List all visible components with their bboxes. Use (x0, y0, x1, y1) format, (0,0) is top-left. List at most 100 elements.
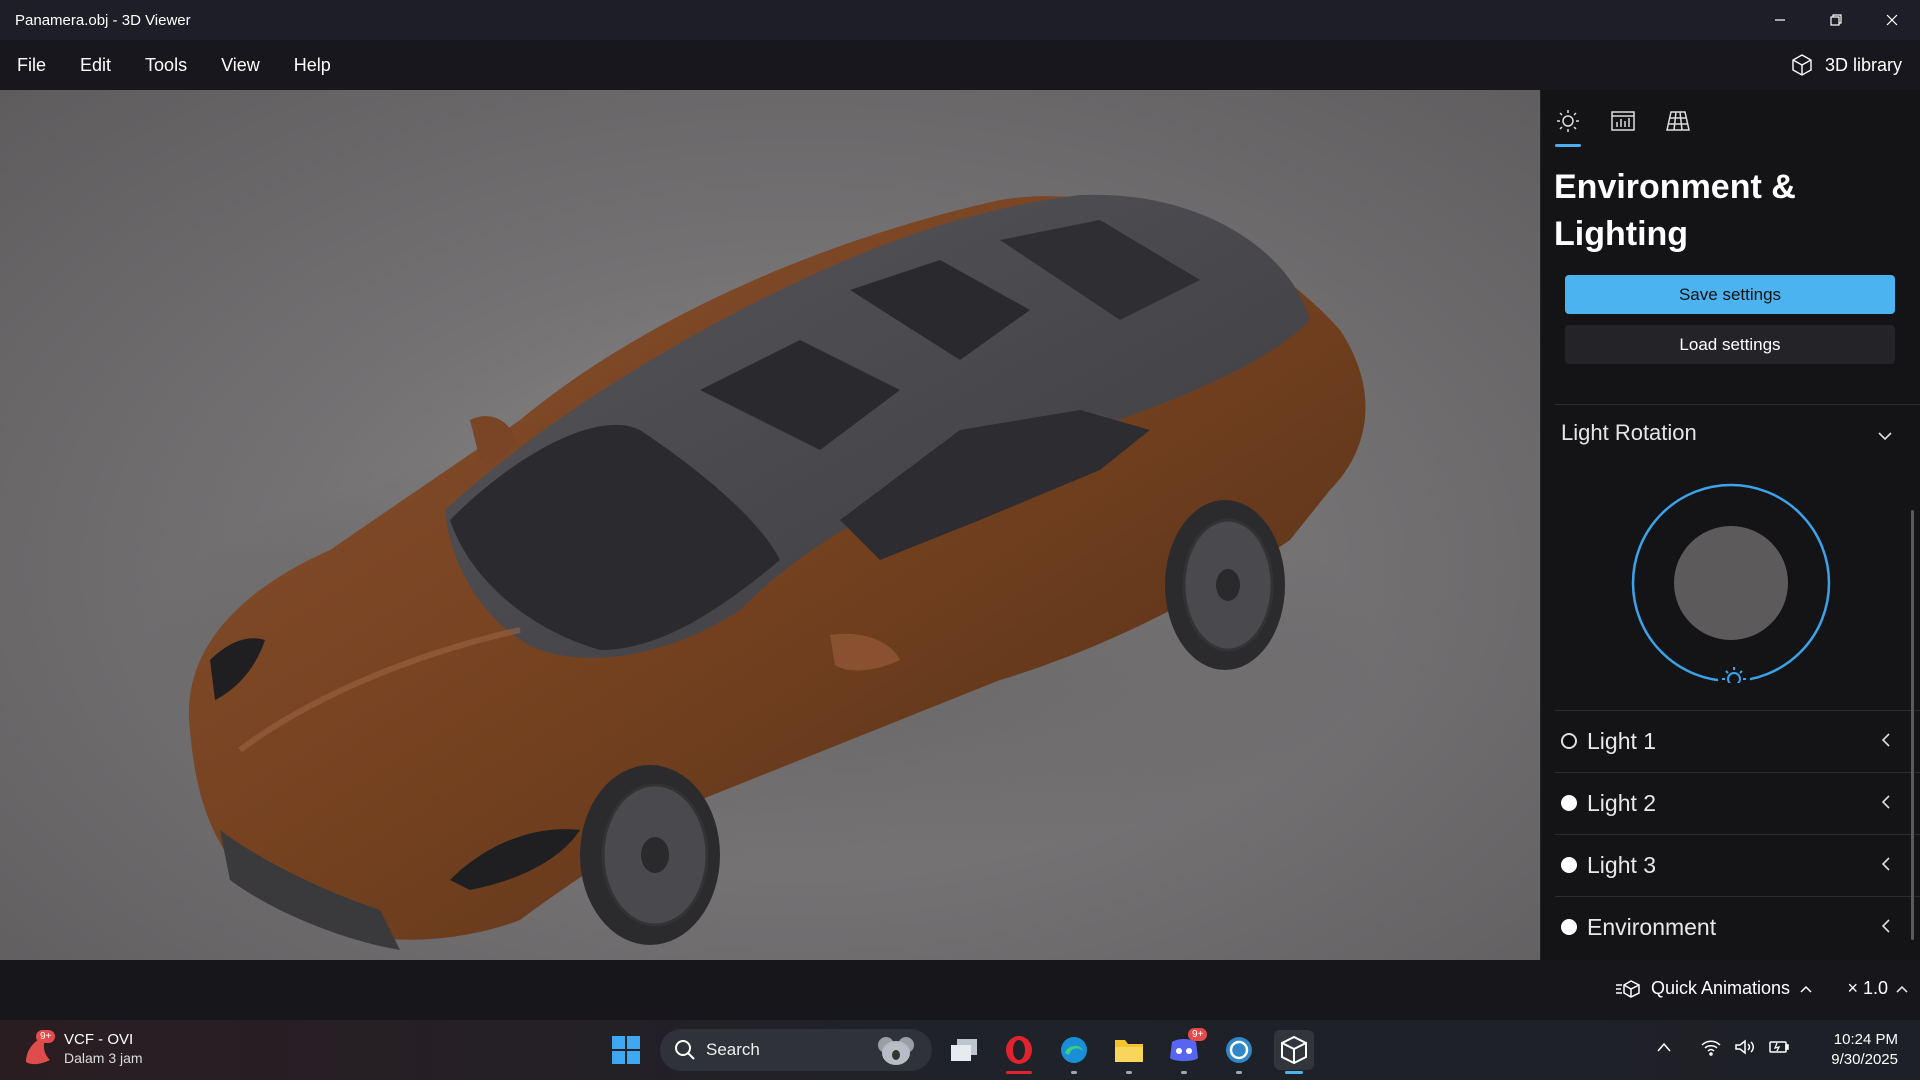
load-settings-button[interactable]: Load settings (1565, 325, 1895, 364)
window-controls (1752, 0, 1920, 40)
quick-animations-button[interactable]: Quick Animations (1615, 978, 1812, 999)
light-rotation-dial[interactable] (1631, 483, 1831, 695)
playback-speed-button[interactable]: × 1.0 (1847, 978, 1908, 999)
chevron-up-icon[interactable] (1656, 1041, 1672, 1053)
menu-edit[interactable]: Edit (63, 55, 128, 76)
3d-viewport[interactable] (0, 90, 1540, 960)
clock-time: 10:24 PM (1833, 1031, 1898, 1048)
search-label: Search (706, 1040, 760, 1059)
weather-icon: 9+ (20, 1028, 56, 1068)
task-view-button[interactable] (944, 1030, 984, 1070)
environment-panel: Environment & Lighting Save settings Loa… (1540, 90, 1920, 960)
light-1-row[interactable]: Light 1 (1555, 711, 1905, 771)
rear-wheel (1165, 500, 1285, 670)
light-3-label: Light 3 (1587, 851, 1657, 878)
weather-badge: 9+ (36, 1030, 56, 1043)
folder-icon (1115, 1040, 1143, 1062)
grid-icon (1666, 111, 1690, 131)
task-view-icon (951, 1039, 977, 1061)
start-button[interactable] (606, 1030, 646, 1070)
close-button[interactable] (1864, 0, 1920, 40)
3d-viewer-icon (1281, 1035, 1307, 1065)
menu-view[interactable]: View (204, 55, 277, 76)
taskbar: 9+ VCF - OVI Dalam 3 jam Search 9+ 10:24… (0, 1020, 1920, 1080)
explorer-running-indicator (1126, 1071, 1132, 1074)
menu-tools[interactable]: Tools (128, 55, 204, 76)
chevron-up-icon (1800, 985, 1812, 993)
file-explorer-app[interactable] (1109, 1030, 1149, 1074)
windows-icon (612, 1036, 640, 1064)
panel-tabs (1541, 90, 1920, 150)
discord-running-indicator (1181, 1071, 1187, 1074)
light-3-row[interactable]: Light 3 (1555, 835, 1905, 895)
tab-grid[interactable] (1663, 106, 1693, 136)
minimize-button[interactable] (1752, 0, 1808, 40)
restore-button[interactable] (1808, 0, 1864, 40)
panel-title: Environment & Lighting (1554, 168, 1796, 253)
3d-viewer-app[interactable] (1274, 1030, 1314, 1074)
rotation-sphere (1674, 526, 1788, 640)
chevron-left-icon (1881, 733, 1890, 747)
light-1-label: Light 1 (1587, 727, 1657, 754)
weather-subtitle: Dalam 3 jam (64, 1049, 143, 1066)
chevron-left-icon (1881, 919, 1890, 933)
globe-icon (1226, 1037, 1252, 1063)
front-wheel (580, 765, 720, 945)
wifi-icon[interactable] (1700, 1038, 1722, 1056)
opera-running-indicator (1006, 1071, 1032, 1074)
koala-icon (878, 1037, 914, 1065)
weather-widget[interactable]: 9+ VCF - OVI Dalam 3 jam (20, 1028, 143, 1068)
window-title: Panamera.obj - 3D Viewer (15, 11, 191, 29)
light-handle-icon[interactable] (1718, 663, 1750, 695)
tab-lighting[interactable] (1553, 106, 1583, 136)
tab-stats[interactable] (1608, 106, 1638, 136)
light-2-color (1561, 795, 1577, 811)
save-settings-button[interactable]: Save settings (1565, 275, 1895, 314)
browser-app[interactable] (1219, 1030, 1259, 1074)
stats-icon (1611, 111, 1635, 131)
chevron-down-icon (1878, 432, 1892, 441)
animation-icon (1615, 979, 1640, 998)
car-model (140, 194, 1380, 950)
edge-app[interactable] (1054, 1030, 1094, 1074)
system-tray (1656, 1038, 1790, 1056)
opera-app[interactable] (999, 1030, 1039, 1074)
title-bar: Panamera.obj - 3D Viewer (0, 0, 1920, 40)
volume-icon[interactable] (1734, 1038, 1756, 1056)
menu-file[interactable]: File (0, 55, 63, 76)
light-2-label: Light 2 (1587, 789, 1657, 816)
menu-bar: File Edit Tools View Help 3D library (0, 40, 1920, 90)
chevron-left-icon (1881, 857, 1890, 871)
opera-icon (1006, 1036, 1032, 1064)
environment-row[interactable]: Environment (1555, 897, 1905, 957)
divider (1555, 404, 1920, 405)
light-rotation-toggle[interactable] (1878, 428, 1892, 446)
panel-scrollbar[interactable] (1911, 510, 1914, 940)
system-clock[interactable]: 10:24 PM 9/30/2025 (1831, 1030, 1898, 1070)
chevron-up-icon (1896, 985, 1908, 993)
environment-color (1561, 919, 1577, 935)
battery-icon[interactable] (1768, 1038, 1790, 1056)
chevron-left-icon (1881, 795, 1890, 809)
animation-bar: Quick Animations × 1.0 (0, 960, 1920, 1020)
light-3-color (1561, 857, 1577, 873)
edge-icon (1061, 1037, 1087, 1063)
clock-date: 9/30/2025 (1831, 1051, 1898, 1068)
3d-library-label: 3D library (1824, 54, 1902, 75)
cube-icon (1792, 54, 1812, 76)
light-2-row[interactable]: Light 2 (1555, 773, 1905, 833)
taskbar-search[interactable]: Search (660, 1029, 932, 1071)
environment-label: Environment (1587, 913, 1717, 940)
discord-app[interactable]: 9+ (1164, 1028, 1208, 1074)
3d-library-button[interactable]: 3D library (1789, 40, 1902, 90)
menu-help[interactable]: Help (277, 55, 348, 76)
discord-badge: 9+ (1188, 1028, 1208, 1041)
weather-title: VCF - OVI (64, 1030, 134, 1048)
search-icon (675, 1040, 695, 1060)
sun-icon (1557, 110, 1579, 132)
close-icon (1886, 14, 1898, 26)
light-1-color (1561, 733, 1577, 749)
minimize-icon (1775, 19, 1785, 21)
restore-icon (1830, 14, 1842, 26)
playback-speed-label: × 1.0 (1847, 978, 1888, 998)
